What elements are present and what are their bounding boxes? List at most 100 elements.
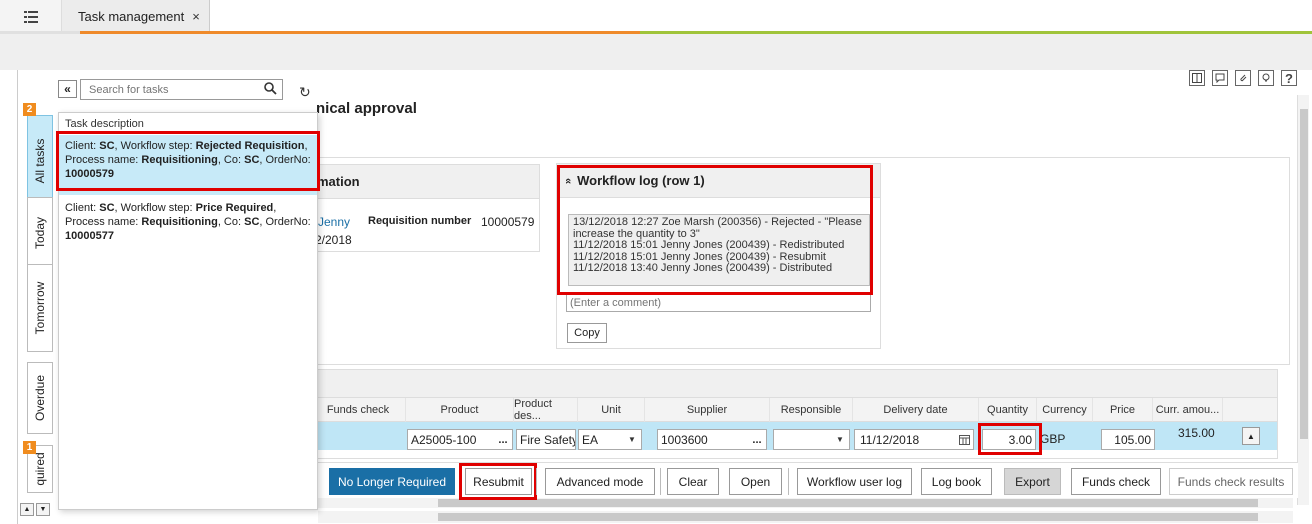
chevron-up-icon[interactable]: ▲ <box>1242 427 1260 445</box>
text: 10000577 <box>65 230 114 242</box>
grid-header: us Funds check Product Product des... Un… <box>300 398 1277 422</box>
workflow-log-panel: « Workflow log (row 1) 13/12/2018 12:27 … <box>556 163 881 349</box>
tab-overdue[interactable]: Overdue <box>27 362 53 434</box>
vertical-scrollbar[interactable] <box>1297 95 1309 505</box>
workflow-user-log-button[interactable]: Workflow user log <box>797 468 912 495</box>
search-icon[interactable] <box>264 82 277 98</box>
scrollbar-thumb[interactable] <box>438 499 1258 507</box>
collapse-panel-icon[interactable]: « <box>58 80 77 98</box>
advanced-mode-button[interactable]: Advanced mode <box>545 468 655 495</box>
delivery-date-field[interactable]: 11/12/2018 <box>854 429 974 450</box>
text: , Co: <box>217 154 245 166</box>
tab-today[interactable]: Today <box>27 197 53 269</box>
no-longer-required-button[interactable]: No Longer Required <box>329 468 455 495</box>
refresh-icon[interactable]: ↻ <box>299 84 311 101</box>
text: , OrderNo: <box>259 216 311 228</box>
chevron-down-icon[interactable]: ▼ <box>831 430 849 449</box>
layout-icon[interactable] <box>1189 70 1205 86</box>
unit-select[interactable]: EA ▼ <box>578 429 642 450</box>
chevron-down-icon[interactable]: ▼ <box>623 430 641 449</box>
clear-button[interactable]: Clear <box>667 468 719 495</box>
help-icon[interactable]: ? <box>1281 70 1297 86</box>
list-icon[interactable] <box>0 0 62 33</box>
copy-button[interactable]: Copy <box>567 323 607 343</box>
horizontal-scrollbar-lower[interactable] <box>318 511 1293 523</box>
lightbulb-icon[interactable] <box>1258 70 1274 86</box>
col-supplier[interactable]: Supplier <box>645 398 770 422</box>
open-button[interactable]: Open <box>729 468 782 495</box>
requester-link[interactable]: Jenny <box>318 215 350 229</box>
text: Rejected Requisition <box>195 140 305 152</box>
scrollbar-thumb[interactable] <box>438 513 1258 521</box>
chevron-up-icon[interactable]: « <box>562 177 574 183</box>
resubmit-button[interactable]: Resubmit <box>465 468 532 495</box>
list-item[interactable]: Client: SC, Workflow step: Rejected Requ… <box>59 135 317 195</box>
information-panel: mation Jenny Requisition number 10000579… <box>300 164 540 252</box>
curr-amount-value: 315.00 <box>1178 426 1215 440</box>
attachment-icon[interactable] <box>1235 70 1251 86</box>
responsible-select[interactable]: ▼ <box>773 429 850 450</box>
tab-label: Tomorrow <box>33 281 47 335</box>
page-title: nical approval <box>316 100 417 117</box>
log-line: 11/12/2018 13:40 Jenny Jones (200439) - … <box>573 262 833 274</box>
supplier-field[interactable]: 1003600 ... <box>657 429 767 450</box>
workflow-log-title: Workflow log (row 1) <box>577 173 705 188</box>
list-item[interactable]: Client: SC, Workflow step: Price Require… <box>59 197 317 242</box>
col-product[interactable]: Product <box>406 398 514 422</box>
col-product-desc[interactable]: Product des... <box>514 398 578 422</box>
quantity-field[interactable]: 3.00 <box>982 429 1036 450</box>
text: 10000579 <box>65 168 114 180</box>
requisition-date: 2/2018 <box>315 233 352 247</box>
col-unit[interactable]: Unit <box>578 398 645 422</box>
quantity-value: 3.00 <box>1008 432 1032 447</box>
col-responsible[interactable]: Responsible <box>770 398 853 422</box>
search-input[interactable] <box>81 80 259 99</box>
text: SC <box>99 140 115 152</box>
log-book-button[interactable]: Log book <box>921 468 992 495</box>
close-icon[interactable]: × <box>192 9 200 24</box>
product-desc-value: Fire Safety E <box>520 432 576 447</box>
scroll-down-icon[interactable]: ▼ <box>36 503 50 516</box>
col-price[interactable]: Price <box>1093 398 1153 422</box>
count-badge: 1 <box>23 441 36 454</box>
more-icon[interactable]: ... <box>748 430 766 449</box>
col-curr-amount[interactable]: Curr. amou... <box>1153 398 1223 422</box>
calendar-icon[interactable] <box>955 430 973 449</box>
export-button[interactable]: Export <box>1004 468 1061 495</box>
text: SC <box>244 216 260 228</box>
funds-check-button[interactable]: Funds check <box>1071 468 1161 495</box>
tab-all-tasks[interactable]: All tasks <box>27 115 53 207</box>
col-quantity[interactable]: Quantity <box>979 398 1037 422</box>
price-field[interactable]: 105.00 <box>1101 429 1155 450</box>
workflow-log-text: 13/12/2018 12:27 Zoe Marsh (200356) - Re… <box>568 214 870 286</box>
requisition-label: Requisition number <box>368 215 472 227</box>
task-list-panel: Task description Client: SC, Workflow st… <box>58 112 318 510</box>
tab-task-management[interactable]: Task management × <box>62 0 210 33</box>
comment-icon[interactable] <box>1212 70 1228 86</box>
scrollbar-thumb[interactable] <box>1300 109 1308 439</box>
funds-check-results-button[interactable]: Funds check results <box>1169 468 1293 495</box>
col-currency[interactable]: Currency <box>1037 398 1093 422</box>
toolbar-separator <box>660 468 661 495</box>
product-desc-field[interactable]: Fire Safety E <box>516 429 576 450</box>
text: , Co: <box>217 216 245 228</box>
product-field[interactable]: A25005-100 ... <box>407 429 513 450</box>
currency-value[interactable]: GBP <box>1040 432 1065 446</box>
count-badge: 2 <box>23 103 36 116</box>
text: SC <box>99 202 115 214</box>
comment-input[interactable] <box>566 293 871 312</box>
col-funds-check[interactable]: Funds check <box>311 398 406 422</box>
tab-label: All tasks <box>33 138 47 184</box>
scroll-up-icon[interactable]: ▲ <box>20 503 34 516</box>
toolbar-band <box>0 34 1312 70</box>
more-icon[interactable]: ... <box>494 430 512 449</box>
tab-label: Overdue <box>33 374 47 422</box>
text: , Workflow step: <box>114 202 196 214</box>
tab-tomorrow[interactable]: Tomorrow <box>27 264 53 352</box>
delivery-date-value: 11/12/2018 <box>860 432 920 447</box>
tab-label: Today <box>33 216 47 250</box>
col-delivery-date[interactable]: Delivery date <box>853 398 979 422</box>
price-value: 105.00 <box>1114 432 1151 447</box>
text: Client: <box>65 202 100 214</box>
product-value: A25005-100 <box>411 432 477 447</box>
